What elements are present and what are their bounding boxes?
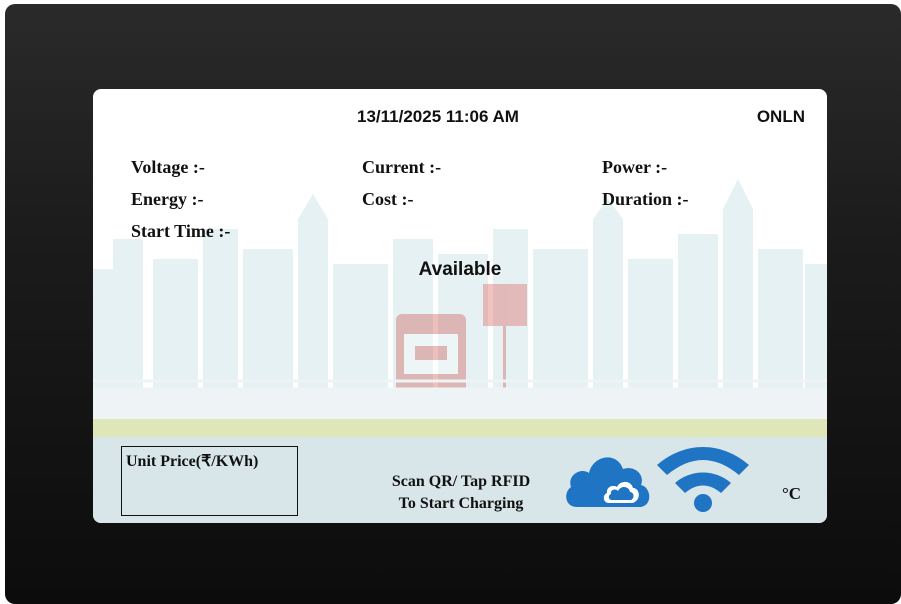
charger-screen: 13/11/2025 11:06 AM ONLN Voltage :- Curr… bbox=[93, 89, 827, 523]
charger-state: Available bbox=[418, 259, 502, 280]
unit-price-label: Unit Price(₹/KWh) bbox=[126, 453, 259, 470]
power-label: Power :- bbox=[602, 157, 668, 177]
duration-label: Duration :- bbox=[602, 189, 689, 209]
unit-price-box: Unit Price(₹/KWh) bbox=[121, 446, 298, 516]
connection-status: ONLN bbox=[756, 107, 805, 126]
cost-label: Cost :- bbox=[362, 189, 414, 209]
wifi-icon bbox=[657, 447, 749, 512]
energy-label: Energy :- bbox=[131, 189, 204, 209]
scan-line-1: Scan QR/ Tap RFID bbox=[391, 473, 531, 490]
scan-line-2: To Start Charging bbox=[398, 495, 524, 512]
start-time-label: Start Time :- bbox=[131, 221, 231, 241]
datetime-display: 13/11/2025 11:06 AM bbox=[357, 107, 519, 126]
current-label: Current :- bbox=[362, 157, 442, 177]
scan-instructions: Scan QR/ Tap RFID To Start Charging bbox=[351, 471, 571, 515]
voltage-label: Voltage :- bbox=[131, 157, 205, 177]
temperature-unit: °C bbox=[782, 484, 802, 503]
cloud-icon bbox=[566, 457, 650, 507]
